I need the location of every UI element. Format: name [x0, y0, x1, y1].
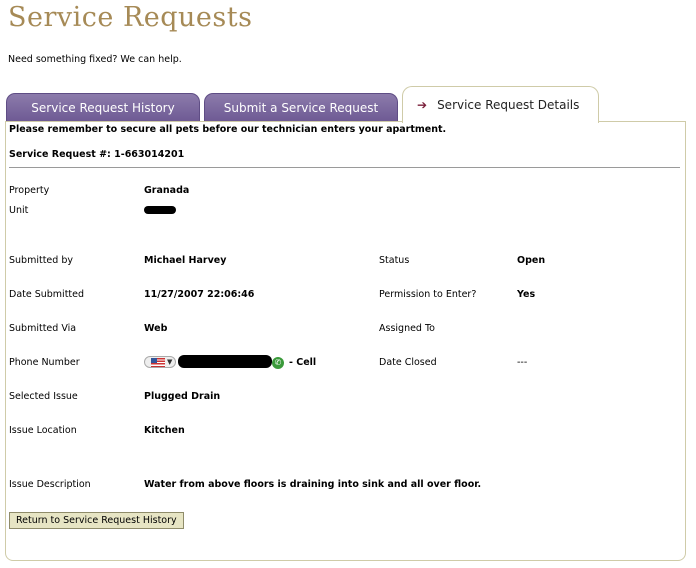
- phone-type: - Cell: [289, 357, 317, 368]
- selected-issue-value: Plugged Drain: [144, 391, 221, 402]
- service-request-number: Service Request #: 1-663014201: [9, 149, 185, 160]
- date-submitted-value: 11/27/2007 22:06:46: [144, 289, 255, 300]
- pet-notice: Please remember to secure all pets befor…: [9, 124, 447, 135]
- submitted-by-value: Michael Harvey: [144, 255, 227, 266]
- tab-service-request-details[interactable]: ➔ Service Request Details: [402, 86, 599, 123]
- page-subtitle: Need something fixed? We can help.: [8, 54, 182, 65]
- status-label: Status: [379, 255, 410, 266]
- permission-label: Permission to Enter?: [379, 289, 477, 300]
- submitted-by-label: Submitted by: [9, 255, 73, 266]
- page-title: Service Requests: [8, 2, 253, 33]
- issue-location-label: Issue Location: [9, 425, 77, 436]
- status-value: Open: [517, 255, 546, 266]
- date-closed-value: ---: [517, 357, 528, 368]
- phone-label: Phone Number: [9, 357, 80, 368]
- property-value: Granada: [144, 185, 190, 196]
- issue-description-label: Issue Description: [9, 479, 91, 490]
- chevron-down-icon: ▼: [167, 358, 173, 366]
- date-closed-label: Date Closed: [379, 357, 437, 368]
- date-submitted-label: Date Submitted: [9, 289, 85, 300]
- assigned-to-label: Assigned To: [379, 323, 435, 334]
- unit-label: Unit: [9, 205, 29, 216]
- issue-description-value: Water from above floors is draining into…: [144, 479, 482, 490]
- details-panel: [5, 121, 686, 561]
- submitted-via-value: Web: [144, 323, 168, 334]
- tab-label: Submit a Service Request: [223, 100, 379, 115]
- phone-redaction: [178, 355, 272, 368]
- tab-label: Service Request Details: [437, 98, 580, 112]
- divider: [9, 167, 680, 168]
- tab-label: Service Request History: [31, 100, 175, 115]
- unit-redaction: [144, 206, 176, 214]
- return-to-history-button[interactable]: Return to Service Request History: [9, 512, 184, 529]
- tab-service-request-history[interactable]: Service Request History: [6, 93, 200, 121]
- property-label: Property: [9, 185, 50, 196]
- submitted-via-label: Submitted Via: [9, 323, 77, 334]
- call-icon[interactable]: ✆: [272, 357, 284, 369]
- arrow-right-icon: ➔: [417, 98, 428, 112]
- tab-submit-service-request[interactable]: Submit a Service Request: [204, 93, 398, 121]
- flag-dropdown[interactable]: ▼: [144, 356, 176, 368]
- phone-country-select[interactable]: ▼: [144, 355, 176, 369]
- us-flag-icon: [151, 357, 165, 367]
- issue-location-value: Kitchen: [144, 425, 185, 436]
- permission-value: Yes: [517, 289, 536, 300]
- selected-issue-label: Selected Issue: [9, 391, 78, 402]
